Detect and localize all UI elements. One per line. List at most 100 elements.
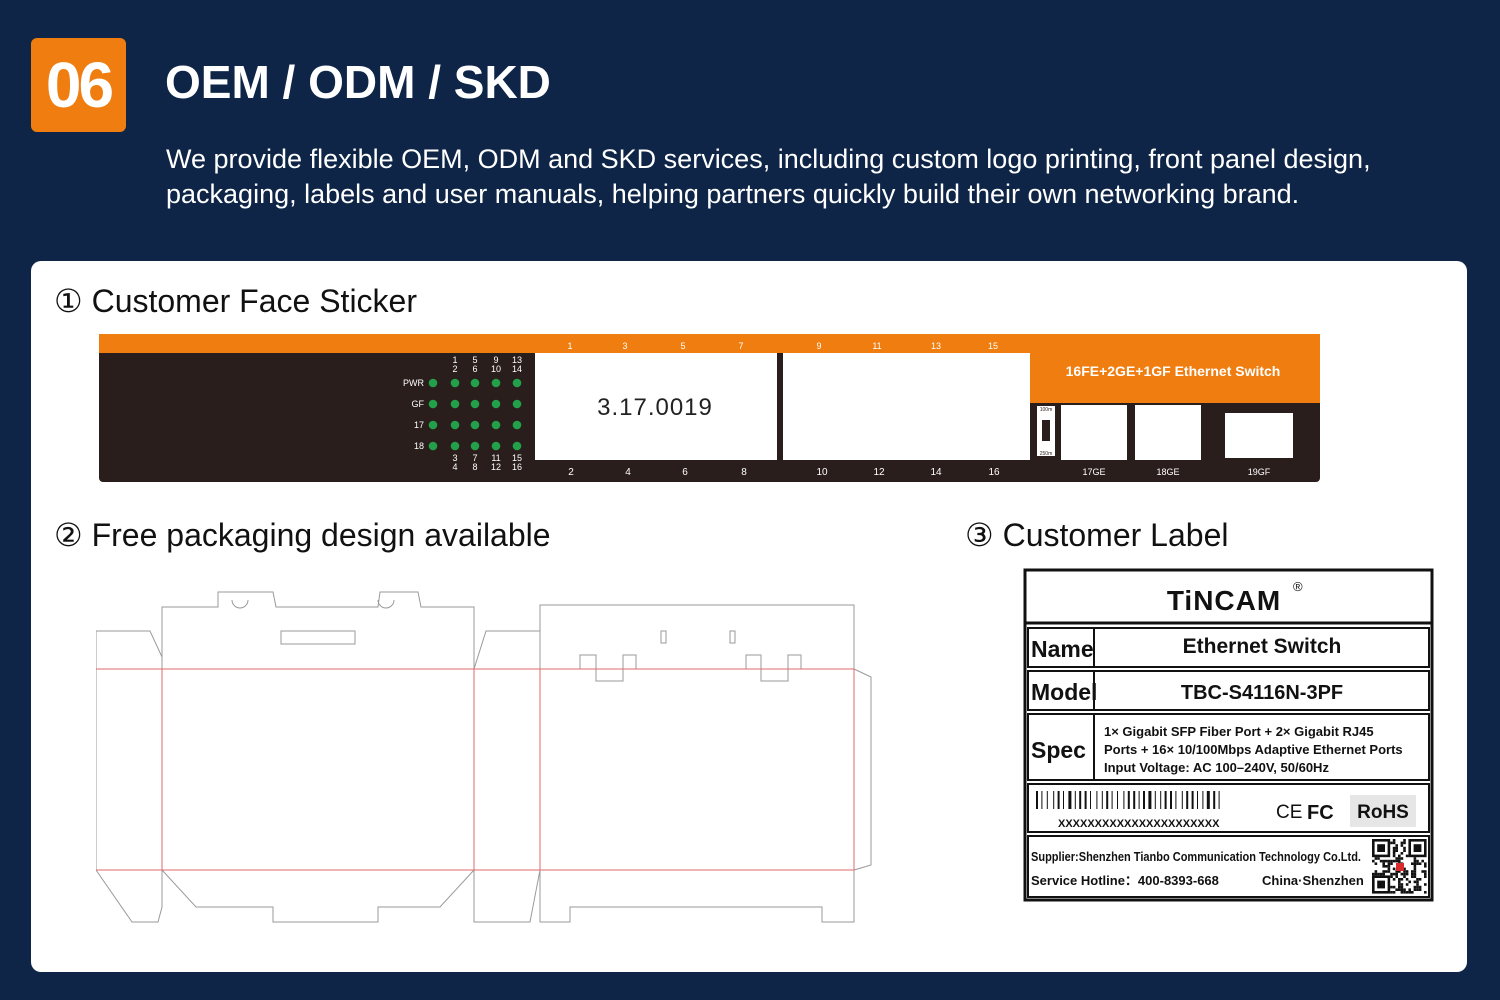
qr-module [1418, 888, 1422, 891]
switch-label-bottom: 250m [1040, 451, 1053, 457]
qr-module [1385, 859, 1388, 863]
qr-module [1387, 865, 1391, 868]
qr-module [1387, 862, 1391, 865]
uplink-port-17 [1061, 405, 1127, 460]
qr-module [1392, 872, 1396, 876]
qr-module [1413, 885, 1417, 889]
sticker-orange-band [99, 334, 1320, 353]
sticker-section-title: ① Customer Face Sticker [54, 283, 417, 319]
qr-module [1392, 839, 1396, 842]
qr-module [1395, 875, 1398, 878]
led-dot [470, 399, 480, 409]
led-dot [512, 420, 522, 430]
barcode-bar [1046, 791, 1048, 809]
led-dot [428, 399, 438, 409]
barcode-bar [1111, 791, 1113, 809]
qr-module [1385, 865, 1388, 868]
qr-module [1413, 872, 1417, 876]
qr-module [1382, 862, 1385, 865]
model-value: TBC-S4116N-3PF [1181, 682, 1343, 704]
qr-module [1405, 878, 1409, 881]
qr-module [1400, 878, 1404, 881]
port-window-right [783, 353, 1030, 460]
barcode-bar [1206, 791, 1210, 809]
qr-module [1405, 870, 1409, 873]
barcode-bar [1057, 791, 1060, 809]
led-dot [428, 441, 438, 451]
qr-module [1382, 865, 1385, 868]
qr-module [1416, 862, 1419, 865]
port-number-bottom: 6 [682, 467, 688, 478]
barcode-bar [1063, 791, 1064, 809]
brand-logo: TiNCAM [1167, 585, 1281, 616]
qr-module [1416, 883, 1419, 886]
led-dot [512, 399, 522, 409]
qr-module [1424, 872, 1427, 876]
qr-module [1400, 885, 1404, 889]
qr-module [1400, 844, 1404, 847]
port-number-bottom: 10 [816, 467, 828, 478]
led-top-number: 6 [472, 364, 477, 374]
barcode-bar [1186, 791, 1189, 809]
barcode-bar [1106, 791, 1109, 809]
uplink-port-19 [1225, 413, 1293, 458]
qr-module [1408, 891, 1411, 894]
qr-module [1416, 880, 1419, 884]
port-number-top: 9 [816, 341, 821, 351]
qr-module [1400, 852, 1404, 855]
qr-module [1398, 885, 1401, 889]
port-number-top: 11 [872, 341, 881, 351]
qr-module [1413, 857, 1417, 860]
qr-module [1392, 854, 1396, 858]
supplier-line: Supplier:Shenzhen Tianbo Communication T… [1031, 849, 1361, 864]
led-top-number: 2 [452, 364, 457, 374]
uplink-label-17: 17GE [1082, 467, 1105, 477]
qr-module [1398, 880, 1401, 884]
spec-line-2: Ports + 16× 10/100Mbps Adaptive Ethernet… [1104, 742, 1403, 757]
qr-module [1424, 870, 1427, 873]
qr-module [1403, 875, 1406, 878]
model-key: Model [1031, 679, 1097, 705]
led-row-label: 17 [414, 420, 424, 430]
barcode-bar [1191, 791, 1194, 809]
qr-module [1390, 875, 1393, 878]
qr-module [1374, 872, 1378, 876]
fcc-mark: FC [1307, 802, 1334, 824]
qr-module [1392, 846, 1396, 850]
qr-module [1416, 859, 1419, 863]
qr-module [1390, 859, 1393, 863]
barcode-bar [1148, 791, 1152, 809]
qr-module [1372, 872, 1375, 876]
qr-module [1390, 891, 1393, 894]
led-top-number: 14 [512, 364, 522, 374]
qr-module [1411, 870, 1414, 873]
port-number-bottom: 12 [873, 467, 885, 478]
led-dot [450, 441, 460, 451]
service-hotline: Service Hotline：400-8393-668 [1031, 873, 1219, 888]
dieline-cut-lines [96, 591, 872, 923]
qr-module [1392, 878, 1396, 881]
port-number-top: 15 [988, 341, 998, 351]
barcode-bar [1202, 791, 1204, 809]
barcode-bar [1074, 791, 1076, 809]
led-dot [450, 399, 460, 409]
name-key: Name [1031, 636, 1094, 662]
qr-module [1405, 883, 1409, 886]
spec-line-3: Input Voltage: AC 100–240V, 50/60Hz [1104, 760, 1329, 775]
port-number-top: 13 [931, 341, 941, 351]
qr-module [1398, 878, 1401, 881]
led-dot [450, 420, 460, 430]
spec-key: Spec [1031, 737, 1086, 763]
qr-module [1379, 872, 1383, 876]
barcode-bar [1079, 791, 1082, 809]
qr-module [1424, 862, 1427, 865]
qr-module [1395, 844, 1398, 847]
led-row-label: GF [412, 399, 425, 409]
barcode-bar [1143, 791, 1145, 809]
qr-module [1424, 865, 1427, 868]
led-dot [428, 378, 438, 388]
led-dot [491, 378, 501, 388]
barcode-bar [1068, 791, 1072, 809]
qr-module [1395, 849, 1398, 852]
qr-center-logo [1396, 863, 1404, 871]
